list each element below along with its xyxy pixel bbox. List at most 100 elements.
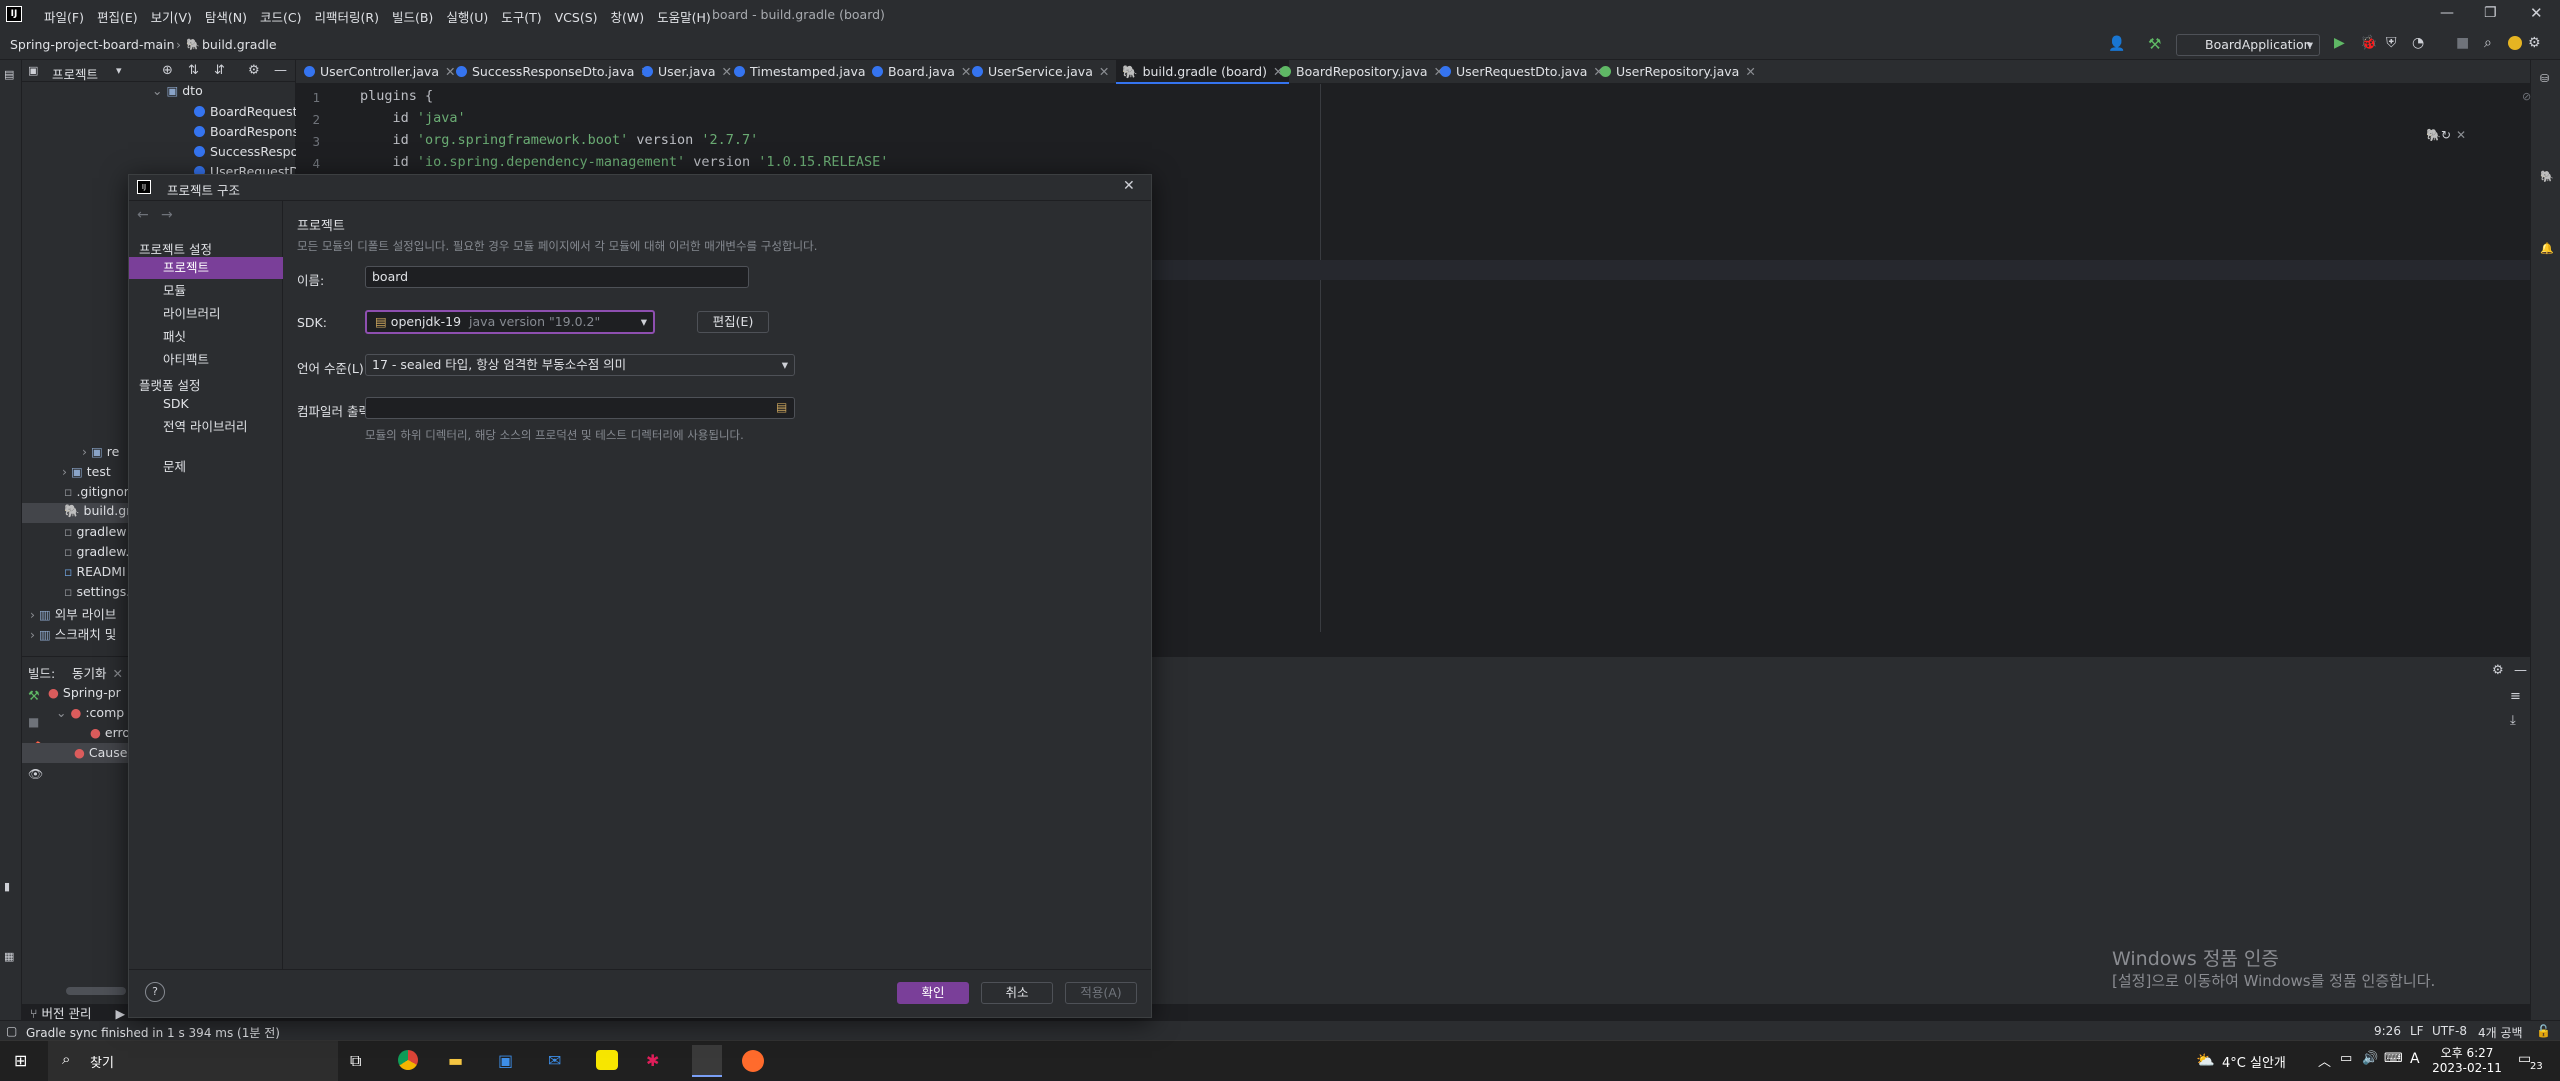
cancel-button[interactable]: 취소	[981, 982, 1053, 1004]
update-icon[interactable]	[2508, 36, 2522, 50]
menu-edit[interactable]: 편집(E)	[97, 7, 138, 26]
build-tree-item[interactable]: ⌄ ● :comp	[56, 705, 124, 720]
soft-wrap-icon[interactable]: ≡	[2510, 689, 2521, 704]
menu-refactor[interactable]: 리팩터링(R)	[315, 7, 379, 26]
close-window-button[interactable]: ✕	[2530, 4, 2543, 22]
hide-panel-icon[interactable]: —	[2514, 663, 2527, 678]
tab-user-request-dto[interactable]: UserRequestDto.java ✕	[1440, 60, 1604, 84]
nav-item-problems[interactable]: 문제	[129, 456, 283, 478]
bookmarks-tool-icon[interactable]: ▮	[4, 880, 10, 893]
search-icon[interactable]: ⌕	[2484, 35, 2492, 51]
forward-arrow-icon[interactable]: →	[161, 207, 173, 223]
browse-folder-icon[interactable]: ▤	[776, 400, 787, 414]
tab-board[interactable]: Board.java ✕	[872, 60, 971, 84]
project-name-input[interactable]: board	[365, 266, 749, 288]
menu-navigate[interactable]: 탐색(N)	[205, 7, 247, 26]
menu-window[interactable]: 창(W)	[611, 7, 645, 26]
build-hammer-icon[interactable]: ⚒	[28, 689, 40, 704]
language-level-dropdown[interactable]: 17 - sealed 타입, 항상 엄격한 부동소수점 의미 ▾	[365, 354, 795, 376]
eye-icon[interactable]: 👁	[28, 767, 43, 781]
collapse-all-icon[interactable]: ⇵	[214, 63, 225, 78]
task-view-icon[interactable]: ⧉	[350, 1051, 361, 1071]
nav-item-facets[interactable]: 패싯	[129, 326, 283, 348]
menu-run[interactable]: 실행(U)	[446, 7, 488, 26]
tree-item-class[interactable]: BoardResponseD	[194, 124, 296, 139]
indent-setting[interactable]: 4개 공백	[2478, 1024, 2523, 1041]
nav-item-project[interactable]: 프로젝트	[129, 257, 283, 279]
close-icon[interactable]: ✕	[2456, 128, 2466, 142]
tab-user[interactable]: User.java ✕	[642, 60, 732, 84]
ime-indicator[interactable]: A	[2410, 1051, 2420, 1067]
restore-button[interactable]: ❐	[2484, 5, 2497, 21]
menu-file[interactable]: 파일(F)	[44, 7, 84, 26]
nav-item-global-libraries[interactable]: 전역 라이브러리	[129, 416, 283, 438]
minimize-button[interactable]: —	[2440, 5, 2454, 21]
lock-icon[interactable]: 🔓	[2536, 1024, 2551, 1038]
intellij-taskbar-icon[interactable]	[692, 1045, 722, 1077]
sync-tab[interactable]: 동기화 ✕	[72, 663, 123, 682]
tab-board-repository[interactable]: BoardRepository.java ✕	[1280, 60, 1444, 84]
breadcrumb-project[interactable]: Spring-project-board-main	[10, 37, 175, 52]
run-config-selector[interactable]: BoardApplication ▾	[2176, 34, 2320, 56]
notifications-tool-icon[interactable]: 🔔	[2540, 242, 2554, 255]
status-message[interactable]: Gradle sync finished in 1 s 394 ms (1분 전…	[26, 1024, 280, 1041]
caret-position[interactable]: 9:26	[2374, 1024, 2401, 1038]
file-encoding[interactable]: UTF-8	[2432, 1024, 2467, 1038]
build-tree-item[interactable]: ● Spring-pr	[48, 685, 121, 700]
project-view-selector[interactable]: 프로젝트	[52, 64, 98, 83]
store-icon[interactable]: ▣	[498, 1051, 513, 1070]
weather-icon[interactable]: ⛅	[2196, 1051, 2215, 1069]
horizontal-scrollbar[interactable]	[66, 987, 126, 995]
sdk-edit-button[interactable]: 편집(E)	[697, 311, 769, 333]
back-arrow-icon[interactable]: ←	[137, 207, 149, 223]
keyboard-icon[interactable]: ⌨	[2384, 1051, 2403, 1066]
coverage-icon[interactable]: ⛨	[2386, 35, 2397, 51]
tab-user-service[interactable]: UserService.java ✕	[972, 60, 1109, 84]
network-icon[interactable]: ▭	[2340, 1051, 2352, 1066]
settings-gear-icon[interactable]: ⚙	[2492, 663, 2504, 678]
kakaotalk-icon[interactable]	[596, 1050, 618, 1070]
run-icon[interactable]: ▶	[2334, 35, 2345, 51]
menu-code[interactable]: 코드(C)	[260, 7, 301, 26]
taskbar-search-box[interactable]: ⌕ 찾기	[48, 1041, 338, 1081]
user-icon[interactable]: 👤	[2108, 36, 2125, 52]
inspection-status-icon[interactable]: ⊘	[2522, 90, 2531, 103]
slack-icon[interactable]: ✱	[646, 1051, 659, 1070]
stop-icon[interactable]: ■	[28, 715, 39, 729]
menu-build[interactable]: 빌드(B)	[392, 7, 433, 26]
tab-timestamped[interactable]: Timestamped.java✕	[734, 60, 882, 84]
breadcrumb-file[interactable]: build.gradle	[202, 37, 277, 52]
tree-item-class[interactable]: BoardRequestsD	[194, 104, 296, 119]
profile-icon[interactable]: ◔	[2412, 35, 2424, 51]
chevron-up-icon[interactable]: ︿	[2318, 1051, 2331, 1070]
file-explorer-icon[interactable]: ▬	[448, 1051, 463, 1070]
gradle-tool-icon[interactable]: 🐘	[2540, 170, 2554, 183]
compiler-output-input[interactable]	[365, 397, 795, 419]
nav-item-sdks[interactable]: SDK	[129, 393, 283, 415]
gradle-sync-icon[interactable]: 🐘↻	[2426, 128, 2451, 142]
nav-item-modules[interactable]: 모듈	[129, 280, 283, 302]
menu-help[interactable]: 도움말(H)	[657, 7, 711, 26]
locate-icon[interactable]: ⊕	[162, 63, 173, 78]
build-hammer-icon[interactable]: ⚒	[2148, 35, 2161, 53]
chevron-down-icon[interactable]: ▾	[116, 64, 122, 77]
nav-item-artifacts[interactable]: 아티팩트	[129, 349, 283, 371]
nav-item-libraries[interactable]: 라이브러리	[129, 303, 283, 325]
expand-all-icon[interactable]: ⇅	[188, 63, 199, 78]
tab-success-response-dto[interactable]: SuccessResponseDto.java✕	[456, 60, 651, 84]
project-tool-icon[interactable]: ▤	[4, 68, 14, 81]
tab-user-controller[interactable]: UserController.java ✕	[304, 60, 455, 84]
sdk-dropdown[interactable]: ▤ openjdk-19 java version "19.0.2" ▾	[365, 310, 655, 334]
tab-user-repository[interactable]: UserRepository.java ✕	[1600, 60, 1756, 84]
debug-icon[interactable]: 🐞	[2360, 35, 2377, 51]
postman-icon[interactable]	[742, 1050, 764, 1072]
menu-tools[interactable]: 도구(T)	[501, 7, 541, 26]
volume-icon[interactable]: 🔊	[2362, 1051, 2378, 1066]
database-tool-icon[interactable]: ⛁	[2540, 72, 2549, 85]
vcs-tool-button[interactable]: ⑂ 버전 관리 ▶	[30, 1003, 125, 1022]
structure-tool-icon[interactable]: ▦	[4, 950, 14, 963]
windows-start-icon[interactable]: ⊞	[14, 1051, 27, 1070]
build-tree-item-selected[interactable]: ● Cause:	[22, 743, 132, 763]
stop-icon[interactable]: ■	[2456, 35, 2469, 51]
tree-item-dto[interactable]: ⌄ ▣ dto	[152, 83, 203, 98]
